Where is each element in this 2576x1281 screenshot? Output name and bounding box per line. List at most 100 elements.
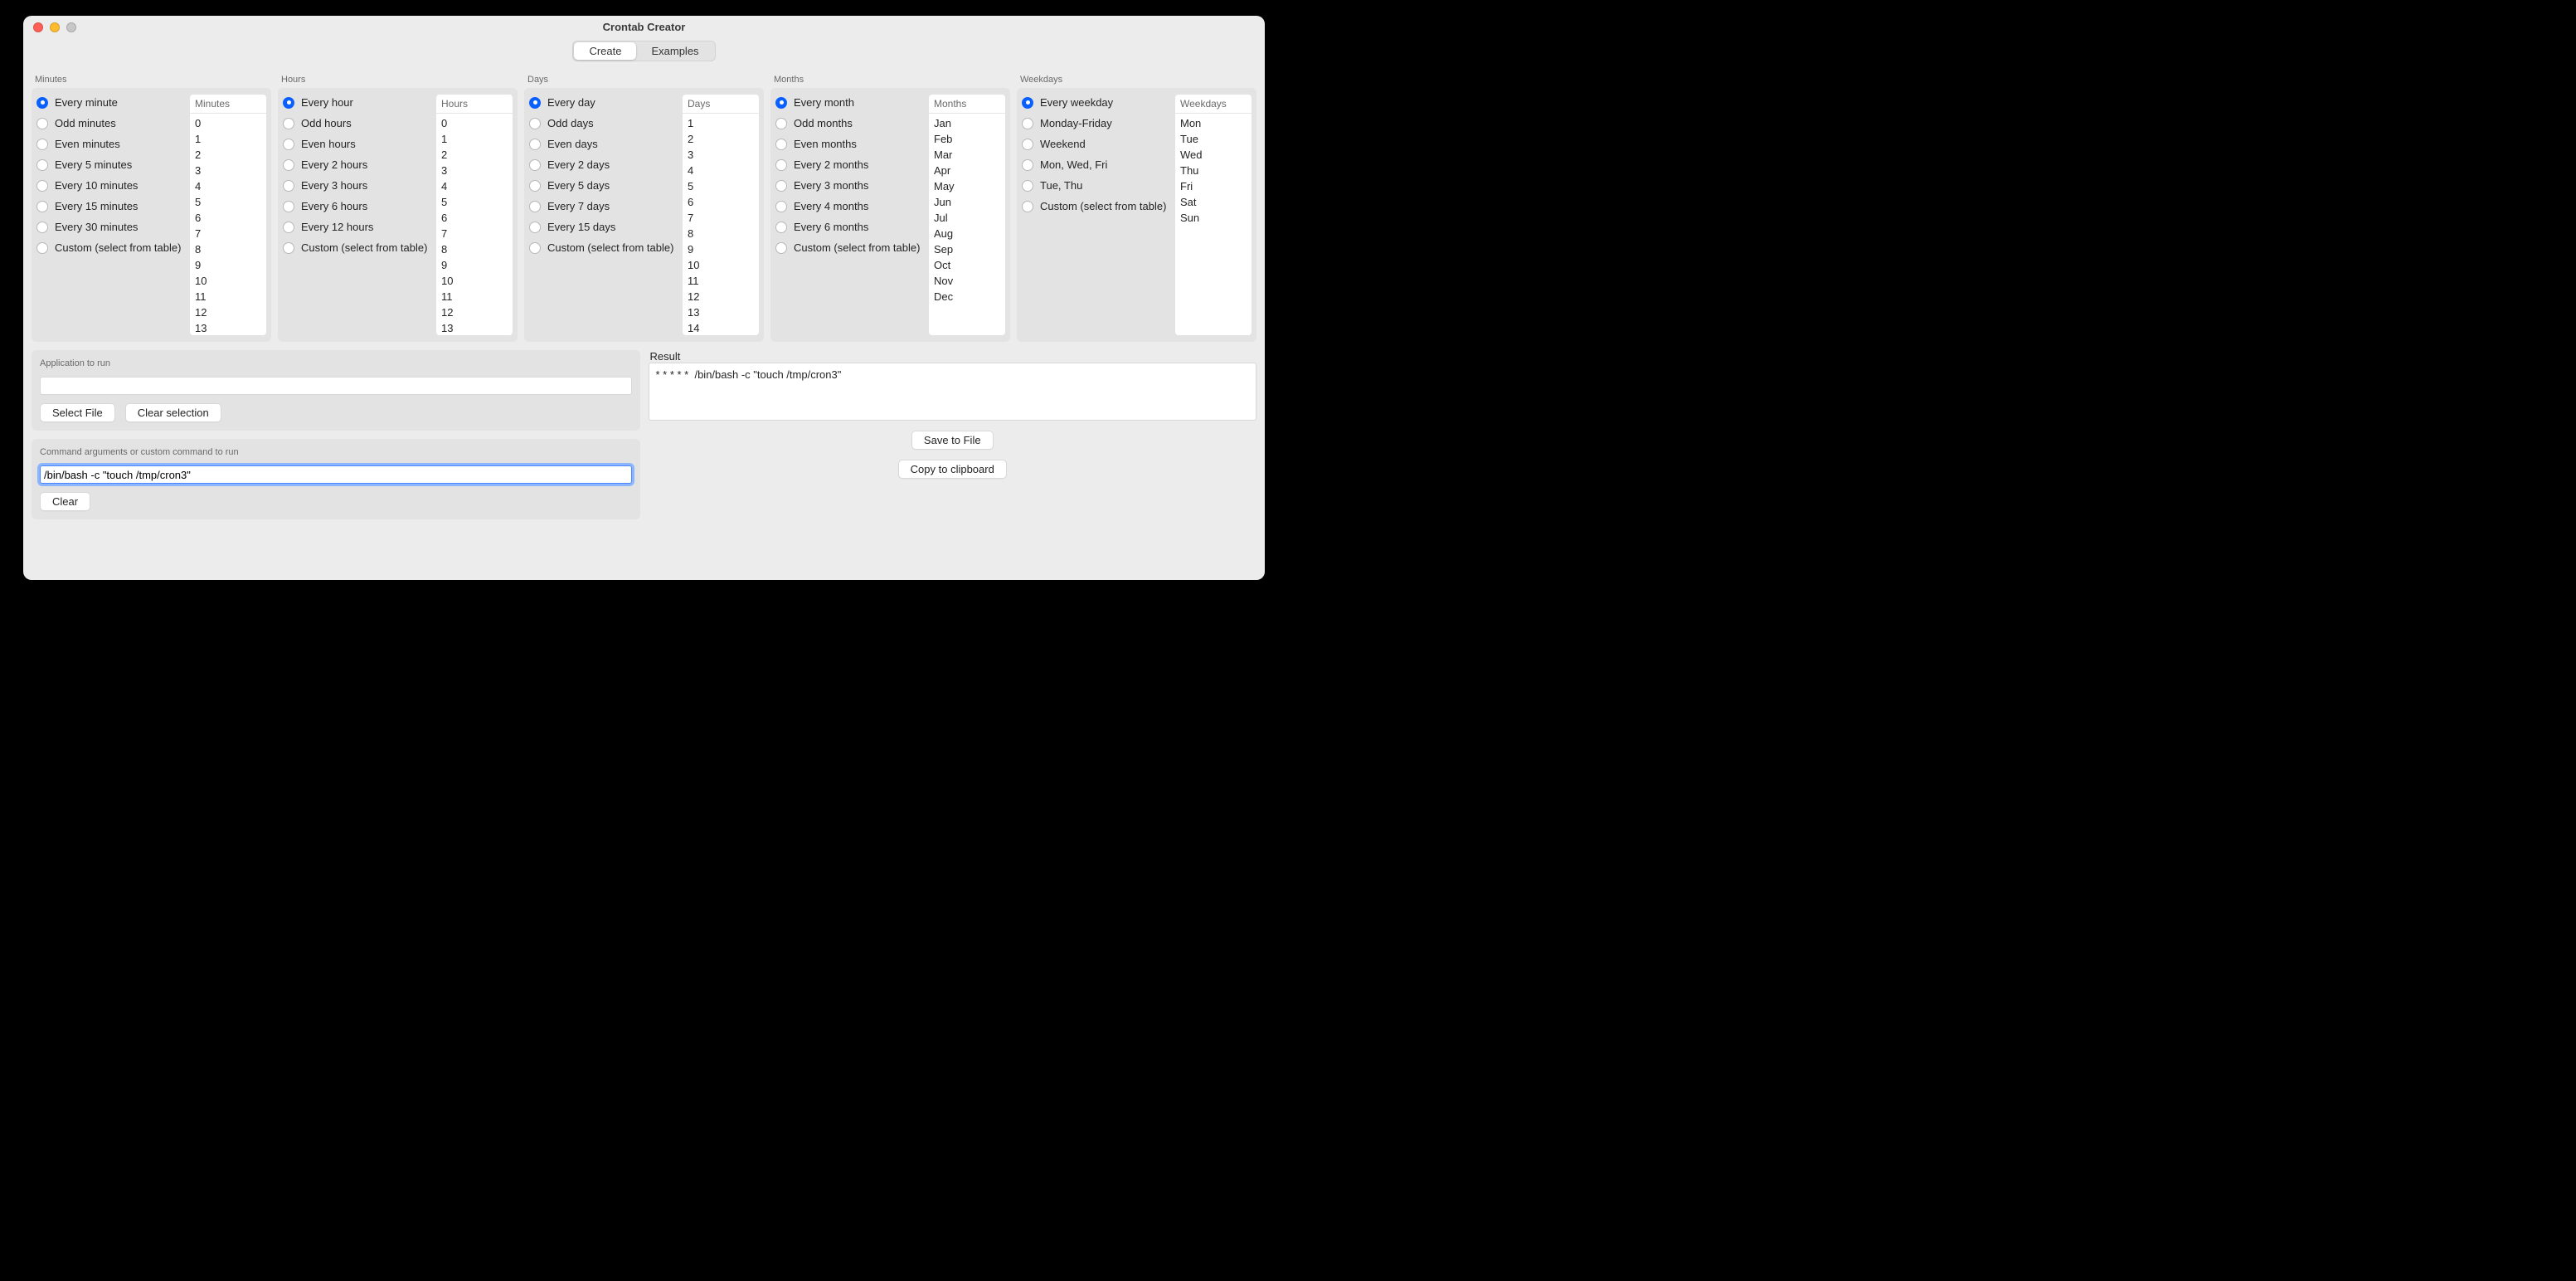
list-item[interactable]: Mon xyxy=(1175,115,1252,131)
list-item[interactable]: Wed xyxy=(1175,147,1252,163)
hours-radio-option[interactable]: Even hours xyxy=(283,138,433,150)
minutes-radio-option[interactable]: Even minutes xyxy=(36,138,187,150)
hours-radio-option[interactable]: Every 2 hours xyxy=(283,158,433,171)
tab-create[interactable]: Create xyxy=(574,42,636,60)
list-item[interactable]: 8 xyxy=(190,241,266,257)
list-item[interactable]: 13 xyxy=(436,320,513,335)
list-item[interactable]: 6 xyxy=(436,210,513,226)
command-input[interactable] xyxy=(40,465,632,484)
list-item[interactable]: Nov xyxy=(929,273,1005,289)
list-item[interactable]: 9 xyxy=(436,257,513,273)
save-to-file-button[interactable]: Save to File xyxy=(911,431,994,450)
months-radio-option[interactable]: Custom (select from table) xyxy=(775,241,926,254)
weekdays-radio-option[interactable]: Every weekday xyxy=(1022,96,1172,109)
list-item[interactable]: May xyxy=(929,178,1005,194)
list-item[interactable]: 6 xyxy=(683,194,759,210)
weekdays-radio-option[interactable]: Mon, Wed, Fri xyxy=(1022,158,1172,171)
list-item[interactable]: 8 xyxy=(436,241,513,257)
list-item[interactable]: 12 xyxy=(683,289,759,304)
weekdays-radio-option[interactable]: Custom (select from table) xyxy=(1022,200,1172,212)
minutes-radio-option[interactable]: Every minute xyxy=(36,96,187,109)
list-item[interactable]: Tue xyxy=(1175,131,1252,147)
list-item[interactable]: 11 xyxy=(436,289,513,304)
months-radio-option[interactable]: Every 3 months xyxy=(775,179,926,192)
months-listbox[interactable]: Months JanFebMarAprMayJunJulAugSepOctNov… xyxy=(929,95,1005,335)
clear-selection-button[interactable]: Clear selection xyxy=(125,403,221,422)
hours-radio-option[interactable]: Custom (select from table) xyxy=(283,241,433,254)
list-item[interactable]: 0 xyxy=(436,115,513,131)
weekdays-radio-option[interactable]: Tue, Thu xyxy=(1022,179,1172,192)
list-item[interactable]: 5 xyxy=(436,194,513,210)
list-item[interactable]: 2 xyxy=(436,147,513,163)
minimize-icon[interactable] xyxy=(50,22,60,32)
months-radio-option[interactable]: Every month xyxy=(775,96,926,109)
list-item[interactable]: 7 xyxy=(683,210,759,226)
days-radio-option[interactable]: Every 15 days xyxy=(529,221,679,233)
days-listbox[interactable]: Days 1234567891011121314 xyxy=(683,95,759,335)
list-item[interactable]: 1 xyxy=(436,131,513,147)
tab-examples[interactable]: Examples xyxy=(636,42,713,60)
list-item[interactable]: 11 xyxy=(683,273,759,289)
list-item[interactable]: 3 xyxy=(683,147,759,163)
list-item[interactable]: 8 xyxy=(683,226,759,241)
list-item[interactable]: 6 xyxy=(190,210,266,226)
days-radio-option[interactable]: Every 2 days xyxy=(529,158,679,171)
list-item[interactable]: 5 xyxy=(190,194,266,210)
list-item[interactable]: 5 xyxy=(683,178,759,194)
hours-radio-option[interactable]: Every hour xyxy=(283,96,433,109)
minutes-radio-option[interactable]: Every 5 minutes xyxy=(36,158,187,171)
weekdays-listbox[interactable]: Weekdays MonTueWedThuFriSatSun xyxy=(1175,95,1252,335)
list-item[interactable]: Mar xyxy=(929,147,1005,163)
zoom-icon[interactable] xyxy=(66,22,76,32)
list-item[interactable]: Sun xyxy=(1175,210,1252,226)
list-item[interactable]: 10 xyxy=(683,257,759,273)
list-item[interactable]: Sep xyxy=(929,241,1005,257)
hours-listbox[interactable]: Hours 012345678910111213 xyxy=(436,95,513,335)
list-item[interactable]: Feb xyxy=(929,131,1005,147)
list-item[interactable]: 3 xyxy=(436,163,513,178)
list-item[interactable]: 12 xyxy=(190,304,266,320)
list-item[interactable]: Aug xyxy=(929,226,1005,241)
clear-command-button[interactable]: Clear xyxy=(40,492,90,511)
hours-radio-option[interactable]: Every 12 hours xyxy=(283,221,433,233)
list-item[interactable]: Thu xyxy=(1175,163,1252,178)
minutes-radio-option[interactable]: Every 15 minutes xyxy=(36,200,187,212)
list-item[interactable]: Jan xyxy=(929,115,1005,131)
list-item[interactable]: 4 xyxy=(436,178,513,194)
list-item[interactable]: Sat xyxy=(1175,194,1252,210)
result-output[interactable]: * * * * * /bin/bash -c "touch /tmp/cron3… xyxy=(649,363,1257,421)
list-item[interactable]: 9 xyxy=(683,241,759,257)
list-item[interactable]: 2 xyxy=(190,147,266,163)
minutes-radio-option[interactable]: Custom (select from table) xyxy=(36,241,187,254)
application-input[interactable] xyxy=(40,377,632,395)
days-radio-option[interactable]: Every 7 days xyxy=(529,200,679,212)
list-item[interactable]: 10 xyxy=(190,273,266,289)
list-item[interactable]: Fri xyxy=(1175,178,1252,194)
list-item[interactable]: Jun xyxy=(929,194,1005,210)
copy-to-clipboard-button[interactable]: Copy to clipboard xyxy=(898,460,1007,479)
days-radio-option[interactable]: Custom (select from table) xyxy=(529,241,679,254)
list-item[interactable]: 11 xyxy=(190,289,266,304)
hours-radio-option[interactable]: Every 6 hours xyxy=(283,200,433,212)
list-item[interactable]: 3 xyxy=(190,163,266,178)
list-item[interactable]: Jul xyxy=(929,210,1005,226)
list-item[interactable]: 14 xyxy=(683,320,759,335)
minutes-radio-option[interactable]: Odd minutes xyxy=(36,117,187,129)
list-item[interactable]: 9 xyxy=(190,257,266,273)
list-item[interactable]: 12 xyxy=(436,304,513,320)
list-item[interactable]: 13 xyxy=(683,304,759,320)
days-radio-option[interactable]: Even days xyxy=(529,138,679,150)
list-item[interactable]: 13 xyxy=(190,320,266,335)
list-item[interactable]: Apr xyxy=(929,163,1005,178)
list-item[interactable]: 1 xyxy=(683,115,759,131)
minutes-radio-option[interactable]: Every 10 minutes xyxy=(36,179,187,192)
weekdays-radio-option[interactable]: Monday-Friday xyxy=(1022,117,1172,129)
hours-radio-option[interactable]: Odd hours xyxy=(283,117,433,129)
days-radio-option[interactable]: Every 5 days xyxy=(529,179,679,192)
list-item[interactable]: 4 xyxy=(683,163,759,178)
minutes-radio-option[interactable]: Every 30 minutes xyxy=(36,221,187,233)
list-item[interactable]: 0 xyxy=(190,115,266,131)
select-file-button[interactable]: Select File xyxy=(40,403,115,422)
minutes-listbox[interactable]: Minutes 012345678910111213 xyxy=(190,95,266,335)
list-item[interactable]: 7 xyxy=(190,226,266,241)
